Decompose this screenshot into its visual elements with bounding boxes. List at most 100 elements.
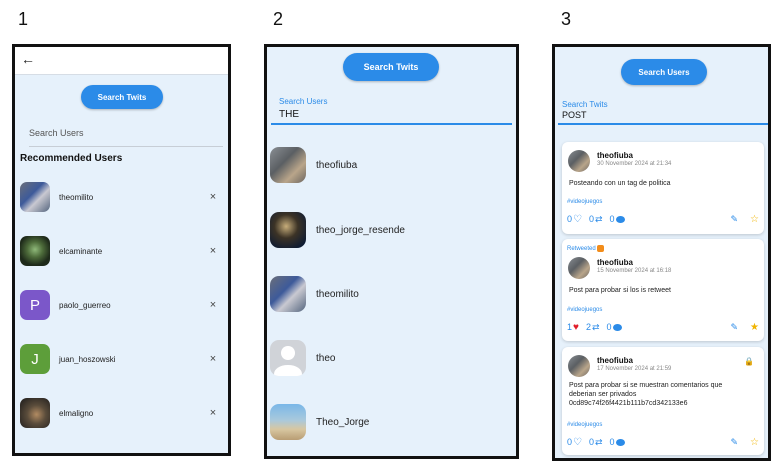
avatar	[568, 257, 590, 279]
retweet-action[interactable]: 2 ⇄	[586, 322, 601, 333]
comment-action[interactable]: 0	[607, 322, 623, 332]
edit-icon[interactable]: ✎	[730, 437, 738, 448]
retweet-count: 0	[588, 214, 594, 224]
username: theomilito	[316, 288, 359, 300]
user-result-row[interactable]: theomilito	[270, 275, 510, 313]
post-body: Posteando con un tag de politica	[569, 180, 671, 187]
heart-outline-icon[interactable]: ♡	[573, 437, 582, 448]
comment-icon[interactable]	[615, 215, 625, 223]
username: theomilito	[59, 192, 94, 202]
panel-number-3: 3	[561, 9, 572, 29]
user-result-row[interactable]: theo	[270, 339, 510, 377]
panel-number-2: 2	[273, 9, 284, 29]
retweet-action[interactable]: 0 ⇄	[589, 214, 604, 225]
post-tag[interactable]: #videojuegos	[567, 422, 602, 428]
app-bar: ←	[15, 47, 228, 75]
close-icon[interactable]: ×	[206, 407, 220, 419]
recommended-user-row[interactable]: J juan_hoszowski ×	[20, 344, 220, 374]
post-actions: 0 ♡ 0 ⇄ 0 ✎ ☆	[567, 212, 759, 226]
retweet-count: 2	[585, 322, 591, 332]
username: elcaminante	[59, 246, 103, 256]
close-icon[interactable]: ×	[206, 299, 220, 311]
username: theo	[316, 352, 336, 364]
star-filled-icon[interactable]: ★	[750, 322, 759, 333]
username: theofiuba	[316, 159, 358, 171]
post-date: 15 November 2024 at 16:18	[597, 268, 672, 274]
post-actions: 0 ♡ 0 ⇄ 0 ✎ ☆	[567, 435, 759, 449]
input-underline	[558, 123, 768, 125]
star-outline-icon[interactable]: ☆	[750, 437, 759, 448]
post-author[interactable]: theofiuba	[597, 151, 633, 160]
retweet-icon[interactable]: ⇄	[595, 437, 603, 448]
post-body: Post para probar si los is retweet	[569, 287, 671, 294]
avatar	[270, 212, 306, 248]
star-outline-icon[interactable]: ☆	[750, 214, 759, 225]
like-action[interactable]: 1 ♥	[567, 322, 580, 333]
search-users-input[interactable]: Search Users	[29, 125, 223, 147]
comment-action[interactable]: 0	[610, 437, 626, 447]
heart-outline-icon[interactable]: ♡	[573, 214, 582, 225]
retweet-icon[interactable]: ⇄	[592, 322, 600, 333]
edit-icon[interactable]: ✎	[730, 322, 738, 333]
post-author[interactable]: theofiuba	[597, 258, 633, 267]
input-underline	[271, 123, 512, 125]
section-title: Recommended Users	[20, 153, 123, 164]
back-arrow-icon[interactable]: ←	[21, 51, 35, 67]
comment-count: 0	[609, 437, 615, 447]
comment-icon[interactable]	[612, 323, 622, 331]
lock-icon: 🔒	[744, 357, 754, 366]
username: paolo_guerreo	[59, 300, 111, 310]
search-twits-label: Search Twits	[562, 100, 608, 109]
user-result-row[interactable]: theo_jorge_resende	[270, 211, 510, 249]
username: Theo_Jorge	[316, 416, 370, 428]
avatar	[270, 276, 306, 312]
retweet-icon[interactable]: ⇄	[595, 214, 603, 225]
avatar	[270, 147, 306, 183]
screen-recommended-users: ← Search Twits Search Users Recommended …	[12, 44, 231, 456]
user-result-row[interactable]: Theo_Jorge	[270, 403, 510, 441]
post-actions: 1 ♥ 2 ⇄ 0 ✎ ★	[567, 320, 759, 334]
post-card[interactable]: theofiuba 30 November 2024 at 21:34 Post…	[562, 142, 764, 234]
post-card[interactable]: theofiuba 17 November 2024 at 21:59 🔒 Po…	[562, 347, 764, 455]
edit-icon[interactable]: ✎	[730, 214, 738, 225]
retweet-action[interactable]: 0 ⇄	[589, 437, 604, 448]
avatar	[20, 182, 50, 212]
post-author[interactable]: theofiuba	[597, 356, 633, 365]
heart-filled-icon[interactable]: ♥	[573, 322, 579, 333]
like-count: 0	[567, 214, 573, 224]
default-avatar-icon	[270, 340, 306, 376]
comment-action[interactable]: 0	[610, 214, 626, 224]
avatar: J	[20, 344, 50, 374]
search-twits-button[interactable]: Search Twits	[343, 53, 439, 81]
screen-search-users: Search Twits Search Users THE theofiuba …	[264, 44, 519, 459]
like-action[interactable]: 0 ♡	[567, 214, 583, 225]
user-result-row[interactable]: theofiuba	[270, 146, 510, 184]
like-count: 1	[567, 322, 573, 332]
post-tag[interactable]: #videojuegos	[567, 307, 602, 313]
like-count: 0	[567, 437, 573, 447]
comment-count: 0	[609, 214, 615, 224]
close-icon[interactable]: ×	[206, 353, 220, 365]
post-date: 17 November 2024 at 21:59	[597, 366, 672, 372]
recommended-user-row[interactable]: theomilito ×	[20, 182, 220, 212]
search-users-input[interactable]: THE	[279, 109, 299, 120]
recommended-user-row[interactable]: elcaminante ×	[20, 236, 220, 266]
recommended-user-row[interactable]: P paolo_guerreo ×	[20, 290, 220, 320]
post-tag[interactable]: #videojuegos	[567, 199, 602, 205]
comment-icon[interactable]	[615, 438, 625, 446]
close-icon[interactable]: ×	[206, 191, 220, 203]
avatar	[20, 236, 50, 266]
post-card[interactable]: Retweeted theofiuba 15 November 2024 at …	[562, 239, 764, 341]
search-twits-input[interactable]: POST	[562, 110, 587, 120]
avatar: P	[20, 290, 50, 320]
search-users-button[interactable]: Search Users	[621, 59, 707, 85]
close-icon[interactable]: ×	[206, 245, 220, 257]
search-users-label: Search Users	[279, 97, 328, 106]
search-twits-button[interactable]: Search Twits	[81, 85, 163, 109]
like-action[interactable]: 0 ♡	[567, 437, 583, 448]
post-body: Post para probar si se muestran comentar…	[569, 382, 723, 407]
post-date: 30 November 2024 at 21:34	[597, 161, 672, 167]
username: juan_hoszowski	[59, 354, 116, 364]
recommended-user-row[interactable]: elmaligno ×	[20, 398, 220, 428]
comment-count: 0	[606, 322, 612, 332]
